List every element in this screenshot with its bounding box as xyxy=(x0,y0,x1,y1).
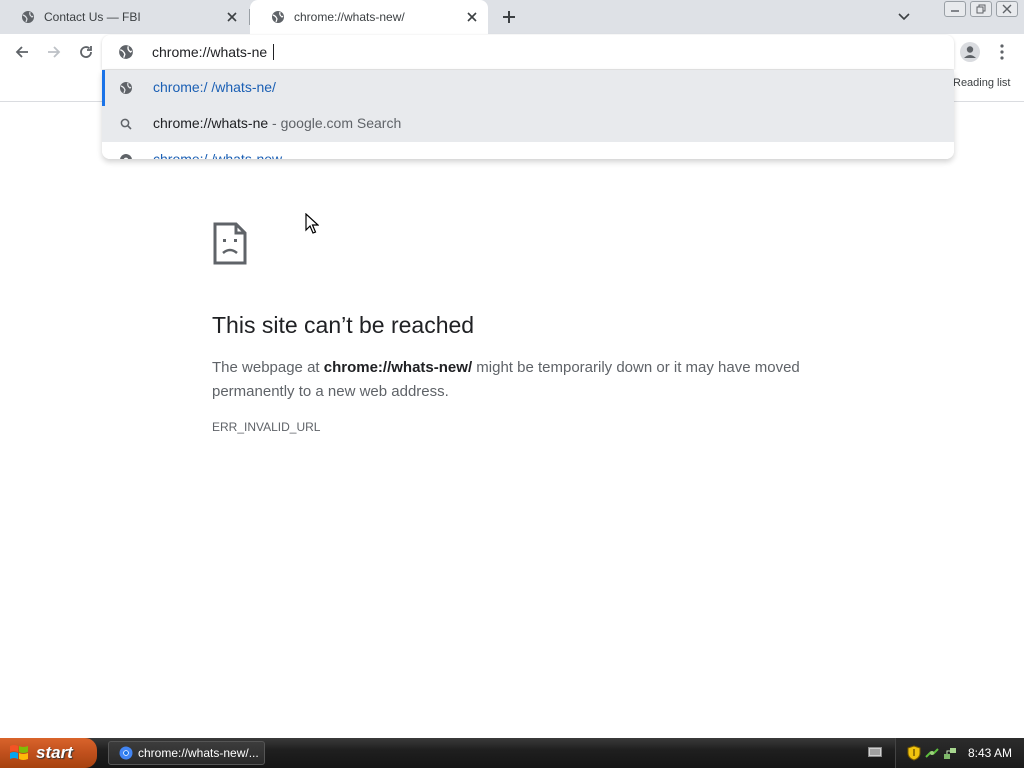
omnibox-suggestions: chrome:/ /whats-ne/ chrome://whats-ne - … xyxy=(102,70,954,159)
minimize-button[interactable] xyxy=(944,1,966,17)
suggestion-item[interactable]: chrome:/ /whats-ne/ xyxy=(102,70,954,106)
new-tab-button[interactable] xyxy=(498,6,520,28)
arrow-left-icon xyxy=(15,46,28,58)
profile-button[interactable] xyxy=(958,40,982,64)
close-icon[interactable] xyxy=(462,7,482,27)
system-tray: 8:43 AM xyxy=(895,738,1024,768)
menu-button[interactable] xyxy=(992,40,1012,64)
error-body-prefix: The webpage at xyxy=(212,359,324,376)
start-label: start xyxy=(36,743,73,762)
network-icon xyxy=(925,748,939,758)
suggestion-item[interactable]: chrome://whats-ne - google.com Search xyxy=(102,106,954,142)
tab-contact-us[interactable]: Contact Us — FBI xyxy=(0,0,248,34)
close-icon[interactable] xyxy=(222,7,242,27)
start-button[interactable]: start xyxy=(0,738,97,768)
forward-button[interactable] xyxy=(42,40,66,64)
suggestion-source: - google.com Search xyxy=(268,115,402,131)
restore-button[interactable] xyxy=(970,1,992,17)
error-code: ERR_INVALID_URL xyxy=(212,420,321,434)
toolbar xyxy=(0,34,1024,70)
text-caret xyxy=(273,44,274,60)
keyboard-icon[interactable] xyxy=(868,746,882,758)
suggestion-text: chrome://whats-ne - google.com Search xyxy=(153,115,401,131)
taskbar-window-label: chrome://whats-new/... xyxy=(138,746,259,760)
error-description: The webpage at chrome://whats-new/ might… xyxy=(212,356,852,404)
error-url: chrome://whats-new/ xyxy=(323,359,473,376)
tab-title: chrome://whats-new/ xyxy=(294,10,405,24)
sad-page-icon xyxy=(212,222,248,266)
screen: Contact Us — FBI chrome://whats-new/ chr… xyxy=(0,0,1024,768)
avatar-icon xyxy=(960,42,980,62)
omnibox[interactable] xyxy=(102,35,954,69)
globe-icon xyxy=(118,44,134,60)
security-shield-icon xyxy=(907,745,921,761)
window-controls xyxy=(944,1,1018,17)
globe-icon xyxy=(20,9,36,25)
chrome-icon xyxy=(119,746,133,760)
tab-whats-new[interactable]: chrome://whats-new/ xyxy=(250,0,488,34)
reading-list-button[interactable]: Reading list xyxy=(953,77,1010,89)
chevron-down-icon xyxy=(898,13,910,21)
minimize-icon xyxy=(951,10,959,12)
tab-title: Contact Us — FBI xyxy=(44,10,141,24)
more-vert-icon xyxy=(1000,44,1004,60)
tab-strip: Contact Us — FBI chrome://whats-new/ xyxy=(0,0,1024,34)
arrow-right-icon xyxy=(48,46,61,58)
restore-icon xyxy=(976,4,986,14)
globe-icon xyxy=(270,9,286,25)
search-icon xyxy=(118,116,134,132)
selection-indicator xyxy=(102,70,105,106)
back-button[interactable] xyxy=(10,40,34,64)
reload-button[interactable] xyxy=(74,40,98,64)
reload-icon xyxy=(80,46,92,58)
mouse-cursor-icon xyxy=(305,212,320,235)
suggestion-query: chrome://whats-ne xyxy=(153,115,269,131)
windows-logo-icon xyxy=(10,745,28,760)
clock: 8:43 AM xyxy=(968,746,1013,760)
close-window-button[interactable] xyxy=(996,1,1018,17)
suggestion-text: chrome:/ /whats-new xyxy=(153,151,283,159)
tab-search-button[interactable] xyxy=(894,7,914,27)
suggestion-item[interactable]: chrome:/ /whats-new xyxy=(102,142,954,159)
plus-icon xyxy=(503,11,515,23)
close-icon xyxy=(1002,4,1012,14)
taskbar-window-chrome[interactable]: chrome://whats-new/... xyxy=(108,741,265,765)
globe-icon xyxy=(118,80,134,96)
error-title: This site can’t be reached xyxy=(212,312,475,338)
chrome-icon xyxy=(118,152,134,159)
address-input[interactable] xyxy=(152,42,932,62)
network-connection-icon xyxy=(944,748,956,759)
suggestion-text: chrome:/ /whats-ne/ xyxy=(153,79,276,95)
